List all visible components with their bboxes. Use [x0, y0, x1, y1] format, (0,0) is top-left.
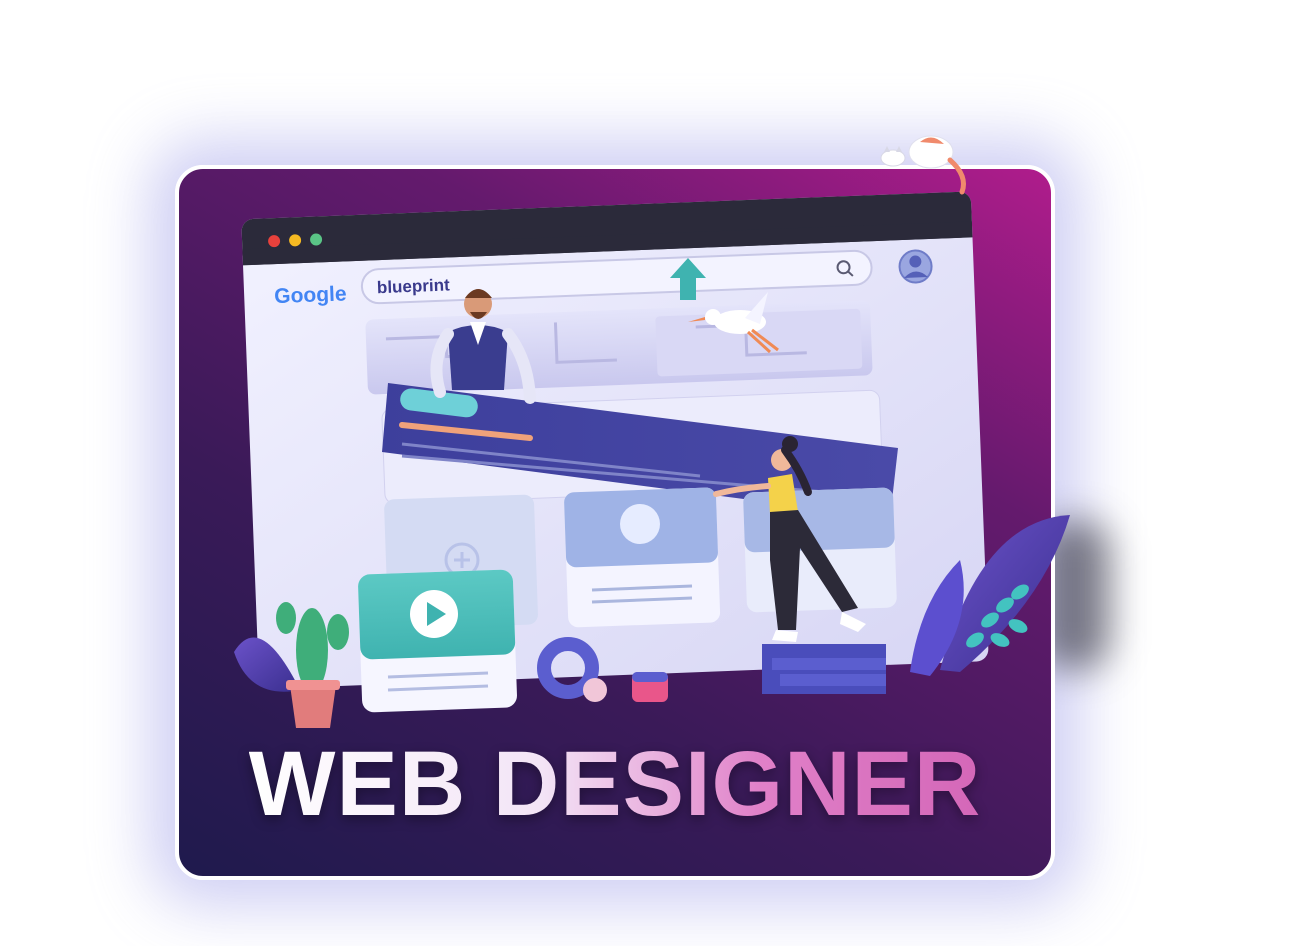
cats-illustration [880, 135, 966, 195]
video-card [358, 569, 517, 713]
search-input-value[interactable]: blueprint [377, 275, 451, 297]
user-avatar-icon[interactable] [898, 249, 933, 284]
play-icon[interactable] [410, 590, 458, 638]
card-profile [564, 487, 721, 628]
stairs-illustration [762, 644, 886, 694]
google-logo: Google [274, 282, 347, 308]
page-title: WEB DESIGNER [248, 733, 982, 835]
